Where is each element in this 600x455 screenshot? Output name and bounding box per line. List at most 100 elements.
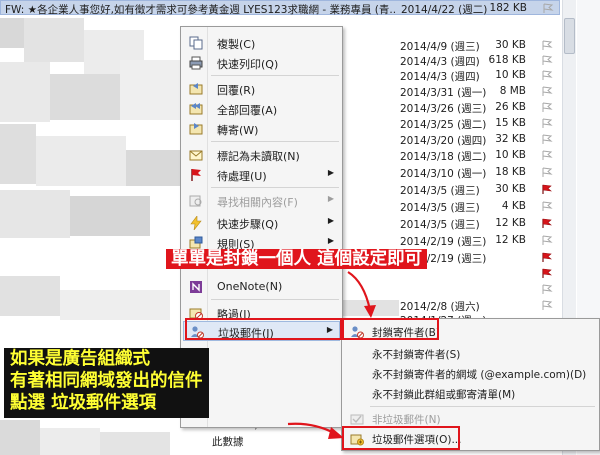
menu-separator [211,75,339,76]
submenu-item-never-block-group[interactable]: 永不封鎖此群組或郵寄清單(M) [344,384,597,404]
email-date: 2014/3/5 (週三) [400,202,480,214]
flag-red-icon[interactable] [541,218,553,229]
flag-red-icon[interactable] [541,252,553,263]
menu-item-forward[interactable]: 轉寄(W) [183,119,340,139]
forward-icon [189,123,203,135]
email-size: 15 KB [495,117,526,129]
menu-item-reply[interactable]: 回覆(R) [183,79,340,99]
menu-item-label: 複製(C) [217,38,256,51]
email-size: 26 KB [495,101,526,113]
email-date: 2014/3/5 (週三) [400,219,480,231]
menu-separator [211,187,339,188]
email-date: 2014/3/5 (週三) [400,185,480,197]
menu-item-label: 全部回覆(A) [217,104,278,117]
submenu-arrow-icon: ▶ [327,216,334,225]
menu-item-reply-all[interactable]: 全部回覆(A) [183,99,340,119]
submenu-item-label: 非垃圾郵件(N) [372,414,441,426]
email-date: 2014/4/9 (週三) [400,41,480,53]
menu-item-mark-unread[interactable]: 標記為未讀取(N) [183,145,340,165]
quick-steps-icon [190,216,202,230]
flag-outline-icon[interactable] [542,3,554,14]
submenu-item-label: 永不封鎖寄件者(S) [372,349,461,361]
annotation-line: 如果是廣告組織式 [10,349,150,369]
flag-outline-icon[interactable] [541,235,553,246]
flag-red-icon[interactable] [541,184,553,195]
email-size: 12 KB [495,234,526,246]
mark-unread-icon [189,150,203,161]
submenu-item-label: 永不封鎖此群組或郵寄清單(M) [372,389,516,401]
flag-outline-icon[interactable] [541,55,553,66]
annotation-junk-options: 如果是廣告組織式 有著相同網域發出的信件 點選 垃圾郵件選項 [4,348,209,418]
print-icon [189,56,203,70]
blurred-sender [0,420,40,455]
menu-item-copy[interactable]: 複製(C) [183,33,340,53]
submenu-arrow-icon: ▶ [327,168,334,177]
flag-outline-icon[interactable] [541,70,553,81]
menu-item-quick-steps[interactable]: 快速步驟(Q) ▶ [183,213,340,233]
submenu-arrow-icon: ▶ [327,194,334,203]
submenu-item-label: 永不封鎖寄件者的網域 (@example.com)(D) [372,369,587,381]
email-size: 10 KB [495,149,526,161]
submenu-arrow-icon: ▶ [327,236,334,245]
flag-outline-icon[interactable] [541,284,553,295]
menu-separator [370,406,595,407]
menu-item-follow-up[interactable]: 待處理(U) ▶ [183,165,340,185]
email-subject: FW: ★各企業人事您好,如有徵才需求可參考黃金週 LYES123求職網 - 業… [5,4,397,16]
email-size: 10 KB [495,69,526,81]
flag-outline-icon[interactable] [541,201,553,212]
email-date: 2014/4/3 (週四) [400,56,480,68]
submenu-item-never-block-sender[interactable]: 永不封鎖寄件者(S) [344,344,597,364]
menu-item-label: 轉寄(W) [217,124,259,137]
menu-item-label: 待處理(U) [217,170,267,183]
email-row-selected[interactable]: FW: ★各企業人事您好,如有徵才需求可參考黃金週 LYES123求職網 - 業… [0,0,560,16]
email-size: 32 KB [495,133,526,145]
annotation-arrow-icon [347,271,376,318]
menu-item-label: 尋找相關內容(F) [217,196,298,209]
flag-outline-icon[interactable] [541,167,553,178]
blurred-subject [40,428,100,455]
menu-item-label: 標記為未讀取(N) [217,150,300,163]
flag-icon [191,169,201,181]
rules-icon [189,236,203,249]
flag-outline-icon[interactable] [541,118,553,129]
copy-icon [189,36,203,50]
menu-item-label: 快速列印(Q) [217,58,279,71]
email-size: 182 KB [489,2,527,14]
flag-outline-icon[interactable] [541,40,553,51]
not-junk-icon [350,414,364,425]
menu-item-label: 回覆(R) [217,84,256,97]
menu-item-onenote[interactable]: OneNote(N) [183,277,340,297]
menu-separator [211,141,339,142]
flag-outline-icon[interactable] [541,86,553,97]
email-size: 30 KB [495,183,526,195]
highlight-box-junk-options [342,426,460,450]
annotation-arrow-icon [287,422,344,439]
menu-item-quick-print[interactable]: 快速列印(Q) [183,53,340,73]
email-size: 12 KB [495,217,526,229]
submenu-item-never-block-domain[interactable]: 永不封鎖寄件者的網域 (@example.com)(D) [344,364,597,384]
menu-item-label: 快速步驟(Q) [217,218,279,231]
email-size: 8 MB [499,85,526,97]
highlight-box-junk-mail [185,318,342,340]
reply-all-icon [189,103,203,115]
annotation-line: 點選 垃圾郵件選項 [10,393,157,413]
email-date: 2014/4/3 (週四) [400,71,480,83]
email-size: 18 KB [495,166,526,178]
flag-outline-icon[interactable] [541,150,553,161]
flag-outline-icon[interactable] [541,102,553,113]
flag-outline-icon[interactable] [541,300,553,311]
find-related-icon [189,195,202,207]
menu-item-label: OneNote(N) [217,280,283,293]
flag-outline-icon[interactable] [541,134,553,145]
onenote-icon [190,281,202,293]
annotation-line: 有著相同網域發出的信件 [10,371,203,391]
blurred-subject [100,432,170,455]
scrollbar-thumb[interactable] [564,18,575,54]
menu-separator [211,299,339,300]
flag-red-icon[interactable] [541,268,553,279]
email-size: 618 KB [488,54,526,66]
reply-icon [189,83,203,95]
annotation-block-one-sender: 單單是封鎖一個人 這個設定即可 [166,249,428,270]
menu-item-find-related[interactable]: 尋找相關內容(F) ▶ [183,191,340,211]
email-size: 4 KB [501,200,526,212]
